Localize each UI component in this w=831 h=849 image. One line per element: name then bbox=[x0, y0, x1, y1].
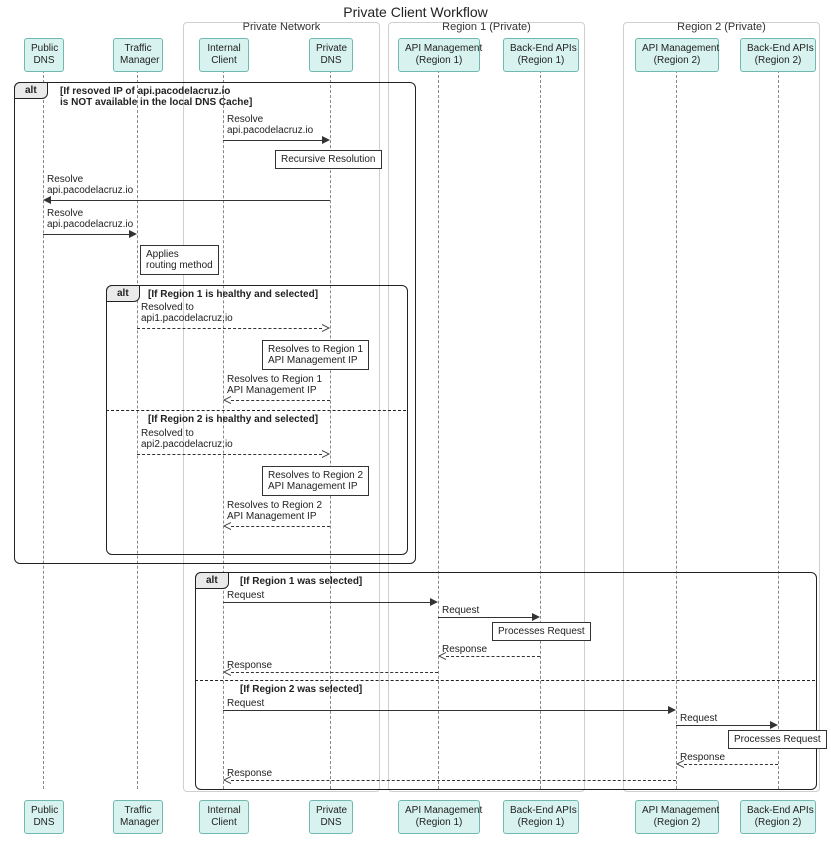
note-proc-r2: Processes Request bbox=[728, 730, 827, 749]
msg-resp-be2-text: Response bbox=[680, 752, 725, 763]
msg-resolved2: Resolved to api2.pacodelacruz.io bbox=[137, 432, 330, 460]
msg-resolved1-text: Resolved to api1.pacodelacruz.io bbox=[141, 302, 233, 324]
msg-resp-be2: Response bbox=[676, 752, 778, 766]
alt2-guard2: [If Region 2 is healthy and selected] bbox=[148, 414, 318, 425]
msg-req-be2-text: Request bbox=[680, 713, 717, 724]
msg-resp-r1-text: Response bbox=[227, 660, 272, 671]
msg-return1: Resolves to Region 1 API Management IP bbox=[223, 378, 330, 406]
msg-resolve1: Resolve api.pacodelacruz.io bbox=[223, 118, 330, 146]
msg-resolve3: Resolve api.pacodelacruz.io bbox=[43, 212, 137, 240]
msg-resolved2-text: Resolved to api2.pacodelacruz.io bbox=[141, 428, 233, 450]
msg-req-be1-text: Request bbox=[442, 605, 479, 616]
msg-req-r1-text: Request bbox=[227, 590, 264, 601]
msg-resp-r1: Response bbox=[223, 660, 438, 674]
msg-req-be1: Request bbox=[438, 605, 540, 619]
note-resolves1: Resolves to Region 1 API Management IP bbox=[262, 340, 369, 370]
msg-req-r2-text: Request bbox=[227, 698, 264, 709]
alt3-tab: alt bbox=[195, 572, 229, 589]
participant-privateDNS-bot: Private DNS bbox=[309, 800, 353, 834]
alt2-tab: alt bbox=[106, 285, 140, 302]
participant-apim1-top: API Management (Region 1) bbox=[398, 38, 480, 72]
participant-internalClient-top: Internal Client bbox=[199, 38, 249, 72]
msg-resp-be1: Response bbox=[438, 644, 540, 658]
msg-resolve3-text: Resolve api.pacodelacruz.io bbox=[47, 208, 133, 230]
diagram-title: Private Client Workflow bbox=[0, 4, 831, 20]
group-private-network-label: Private Network bbox=[184, 21, 379, 33]
msg-return1-text: Resolves to Region 1 API Management IP bbox=[227, 374, 322, 396]
participant-privateDNS-top: Private DNS bbox=[309, 38, 353, 72]
msg-return2-text: Resolves to Region 2 API Management IP bbox=[227, 500, 322, 522]
alt3-divider bbox=[195, 680, 815, 681]
msg-req-r1: Request bbox=[223, 590, 438, 604]
group-region2-label: Region 2 (Private) bbox=[624, 21, 819, 33]
alt2-divider bbox=[106, 410, 406, 411]
group-region1-label: Region 1 (Private) bbox=[389, 21, 584, 33]
msg-resp-be1-text: Response bbox=[442, 644, 487, 655]
note-resolves2: Resolves to Region 2 API Management IP bbox=[262, 466, 369, 496]
alt3-guard2: [If Region 2 was selected] bbox=[240, 684, 362, 695]
alt1-guard: [If resoved IP of api.pacodelacruz.io is… bbox=[60, 86, 252, 108]
msg-req-r2: Request bbox=[223, 698, 676, 712]
note-applies: Applies routing method bbox=[140, 245, 219, 275]
alt2-guard1: [If Region 1 is healthy and selected] bbox=[148, 289, 318, 300]
alt1-tab: alt bbox=[14, 82, 48, 99]
msg-resolve2-text: Resolve api.pacodelacruz.io bbox=[47, 174, 133, 196]
note-recursive: Recursive Resolution bbox=[275, 150, 382, 169]
msg-resp-r2-text: Response bbox=[227, 768, 272, 779]
msg-req-be2: Request bbox=[676, 713, 778, 727]
participant-apim2-top: API Management (Region 2) bbox=[635, 38, 719, 72]
participant-be2-top: Back-End APIs (Region 2) bbox=[740, 38, 816, 72]
msg-resolved1: Resolved to api1.pacodelacruz.io bbox=[137, 306, 330, 334]
participant-internalClient-bot: Internal Client bbox=[199, 800, 249, 834]
participant-be2-bot: Back-End APIs (Region 2) bbox=[740, 800, 816, 834]
participant-trafficManager-top: Traffic Manager bbox=[113, 38, 163, 72]
participant-be1-bot: Back-End APIs (Region 1) bbox=[503, 800, 579, 834]
msg-resp-r2: Response bbox=[223, 768, 676, 782]
participant-publicDNS-top: Public DNS bbox=[24, 38, 64, 72]
msg-resolve1-text: Resolve api.pacodelacruz.io bbox=[227, 114, 313, 136]
diagram-root: Private Client Workflow Private Network … bbox=[0, 0, 831, 849]
alt3-guard1: [If Region 1 was selected] bbox=[240, 576, 362, 587]
participant-trafficManager-bot: Traffic Manager bbox=[113, 800, 163, 834]
participant-publicDNS-bot: Public DNS bbox=[24, 800, 64, 834]
note-proc-r1: Processes Request bbox=[492, 622, 591, 641]
msg-resolve2: Resolve api.pacodelacruz.io bbox=[43, 178, 330, 206]
participant-be1-top: Back-End APIs (Region 1) bbox=[503, 38, 579, 72]
participant-apim1-bot: API Management (Region 1) bbox=[398, 800, 480, 834]
msg-return2: Resolves to Region 2 API Management IP bbox=[223, 504, 330, 532]
participant-apim2-bot: API Management (Region 2) bbox=[635, 800, 719, 834]
